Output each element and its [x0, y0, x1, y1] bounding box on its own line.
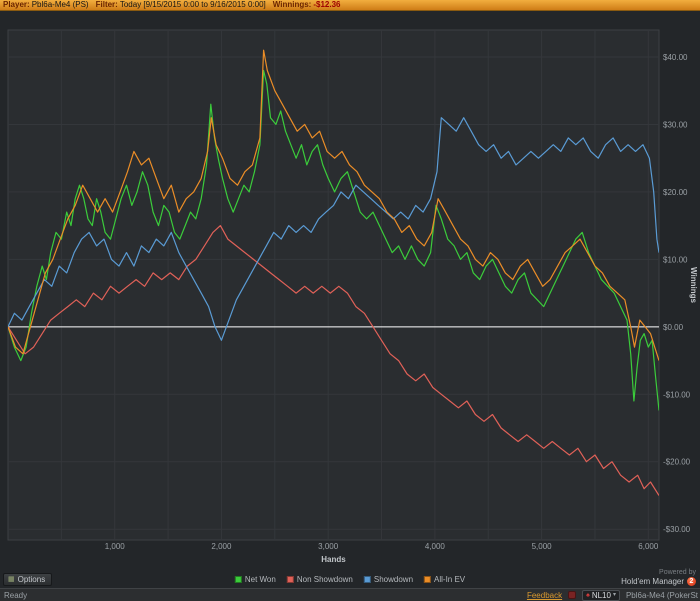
svg-text:1,000: 1,000 [105, 542, 126, 551]
pokerstars-spade-icon: ♠ [586, 591, 590, 599]
chart-region: $40.00 $30.00 $20.00 $10.00 $0.00 -$10.00 -$20… [0, 11, 700, 568]
legend-label-net-won: Net Won [244, 575, 276, 584]
legend-item-net-won: Net Won [234, 575, 276, 584]
svg-text:6,000: 6,000 [638, 542, 659, 551]
footer-strip: ▦ Options Net Won Non Showdown Showdown … [0, 568, 700, 588]
winnings-label: Winnings: [272, 0, 312, 9]
svg-text:5,000: 5,000 [532, 542, 553, 551]
status-ready-text: Ready [4, 591, 28, 600]
svg-text:3,000: 3,000 [318, 542, 339, 551]
stake-value: NL10 [591, 590, 611, 600]
legend-label-non-showdown: Non Showdown [296, 575, 353, 584]
svg-text:4,000: 4,000 [425, 542, 446, 551]
brand-name: Hold'em Manager [621, 577, 684, 586]
net-won-swatch-icon [234, 576, 242, 583]
options-grid-icon: ▦ [8, 576, 15, 583]
legend-item-showdown: Showdown [363, 575, 414, 584]
svg-text:Winnings: Winnings [689, 267, 698, 303]
legend-item-all-in-ev: All-In EV [424, 575, 465, 584]
svg-text:2,000: 2,000 [211, 542, 232, 551]
filter-value: Today [9/15/2015 0:00 to 9/16/2015 0:00] [119, 0, 266, 9]
chart-legend: Net Won Non Showdown Showdown All-In EV [234, 575, 465, 584]
options-button[interactable]: ▦ Options [3, 573, 53, 586]
all-in-ev-swatch-icon [424, 576, 432, 583]
winnings-value: -$12.36 [313, 0, 341, 9]
status-bar: Ready Feedback ♠ NL10 ▾ Pbl6a-Me4 (Poker… [0, 588, 700, 601]
legend-item-non-showdown: Non Showdown [286, 575, 353, 584]
player-value: Pbl6a-Me4 (PS) [31, 0, 89, 9]
options-label: Options [17, 575, 46, 584]
site-icon [568, 591, 577, 599]
svg-text:-$10.00: -$10.00 [663, 390, 691, 399]
player-label: Player: [3, 0, 30, 9]
svg-text:$10.00: $10.00 [663, 255, 688, 264]
svg-text:-$20.00: -$20.00 [663, 458, 691, 467]
filter-label: Filter: [95, 0, 118, 9]
legend-label-all-in-ev: All-In EV [434, 575, 466, 584]
svg-text:Hands: Hands [321, 555, 346, 564]
dropdown-caret-icon: ▾ [612, 592, 616, 598]
hm2-logo-icon: 2 [687, 577, 696, 586]
feedback-link[interactable]: Feedback [527, 591, 562, 600]
svg-text:$30.00: $30.00 [663, 120, 688, 129]
graph-header-bar: Player: Pbl6a-Me4 (PS) Filter: Today [9/15/… [0, 0, 700, 11]
powered-by-block: Powered by Hold'em Manager 2 [621, 569, 696, 586]
winnings-chart: $40.00 $30.00 $20.00 $10.00 $0.00 -$10.00 -$20… [7, 29, 698, 564]
status-right-cluster: Feedback ♠ NL10 ▾ Pbl6a-Me4 (PokerSt [527, 589, 698, 601]
statusbar-player-selector[interactable]: Pbl6a-Me4 (PokerSt [626, 591, 698, 600]
legend-label-showdown: Showdown [373, 575, 414, 584]
svg-text:$0.00: $0.00 [663, 323, 684, 332]
svg-text:$40.00: $40.00 [663, 53, 688, 62]
non-showdown-swatch-icon [286, 576, 294, 583]
stake-dropdown[interactable]: ♠ NL10 ▾ [582, 589, 620, 601]
svg-text:-$30.00: -$30.00 [663, 525, 691, 534]
hm2-graph-window: Player: Pbl6a-Me4 (PS) Filter: Today [9/15/… [0, 0, 700, 601]
svg-text:$20.00: $20.00 [663, 188, 688, 197]
showdown-swatch-icon [363, 576, 371, 583]
powered-by-text: Powered by [659, 569, 696, 576]
